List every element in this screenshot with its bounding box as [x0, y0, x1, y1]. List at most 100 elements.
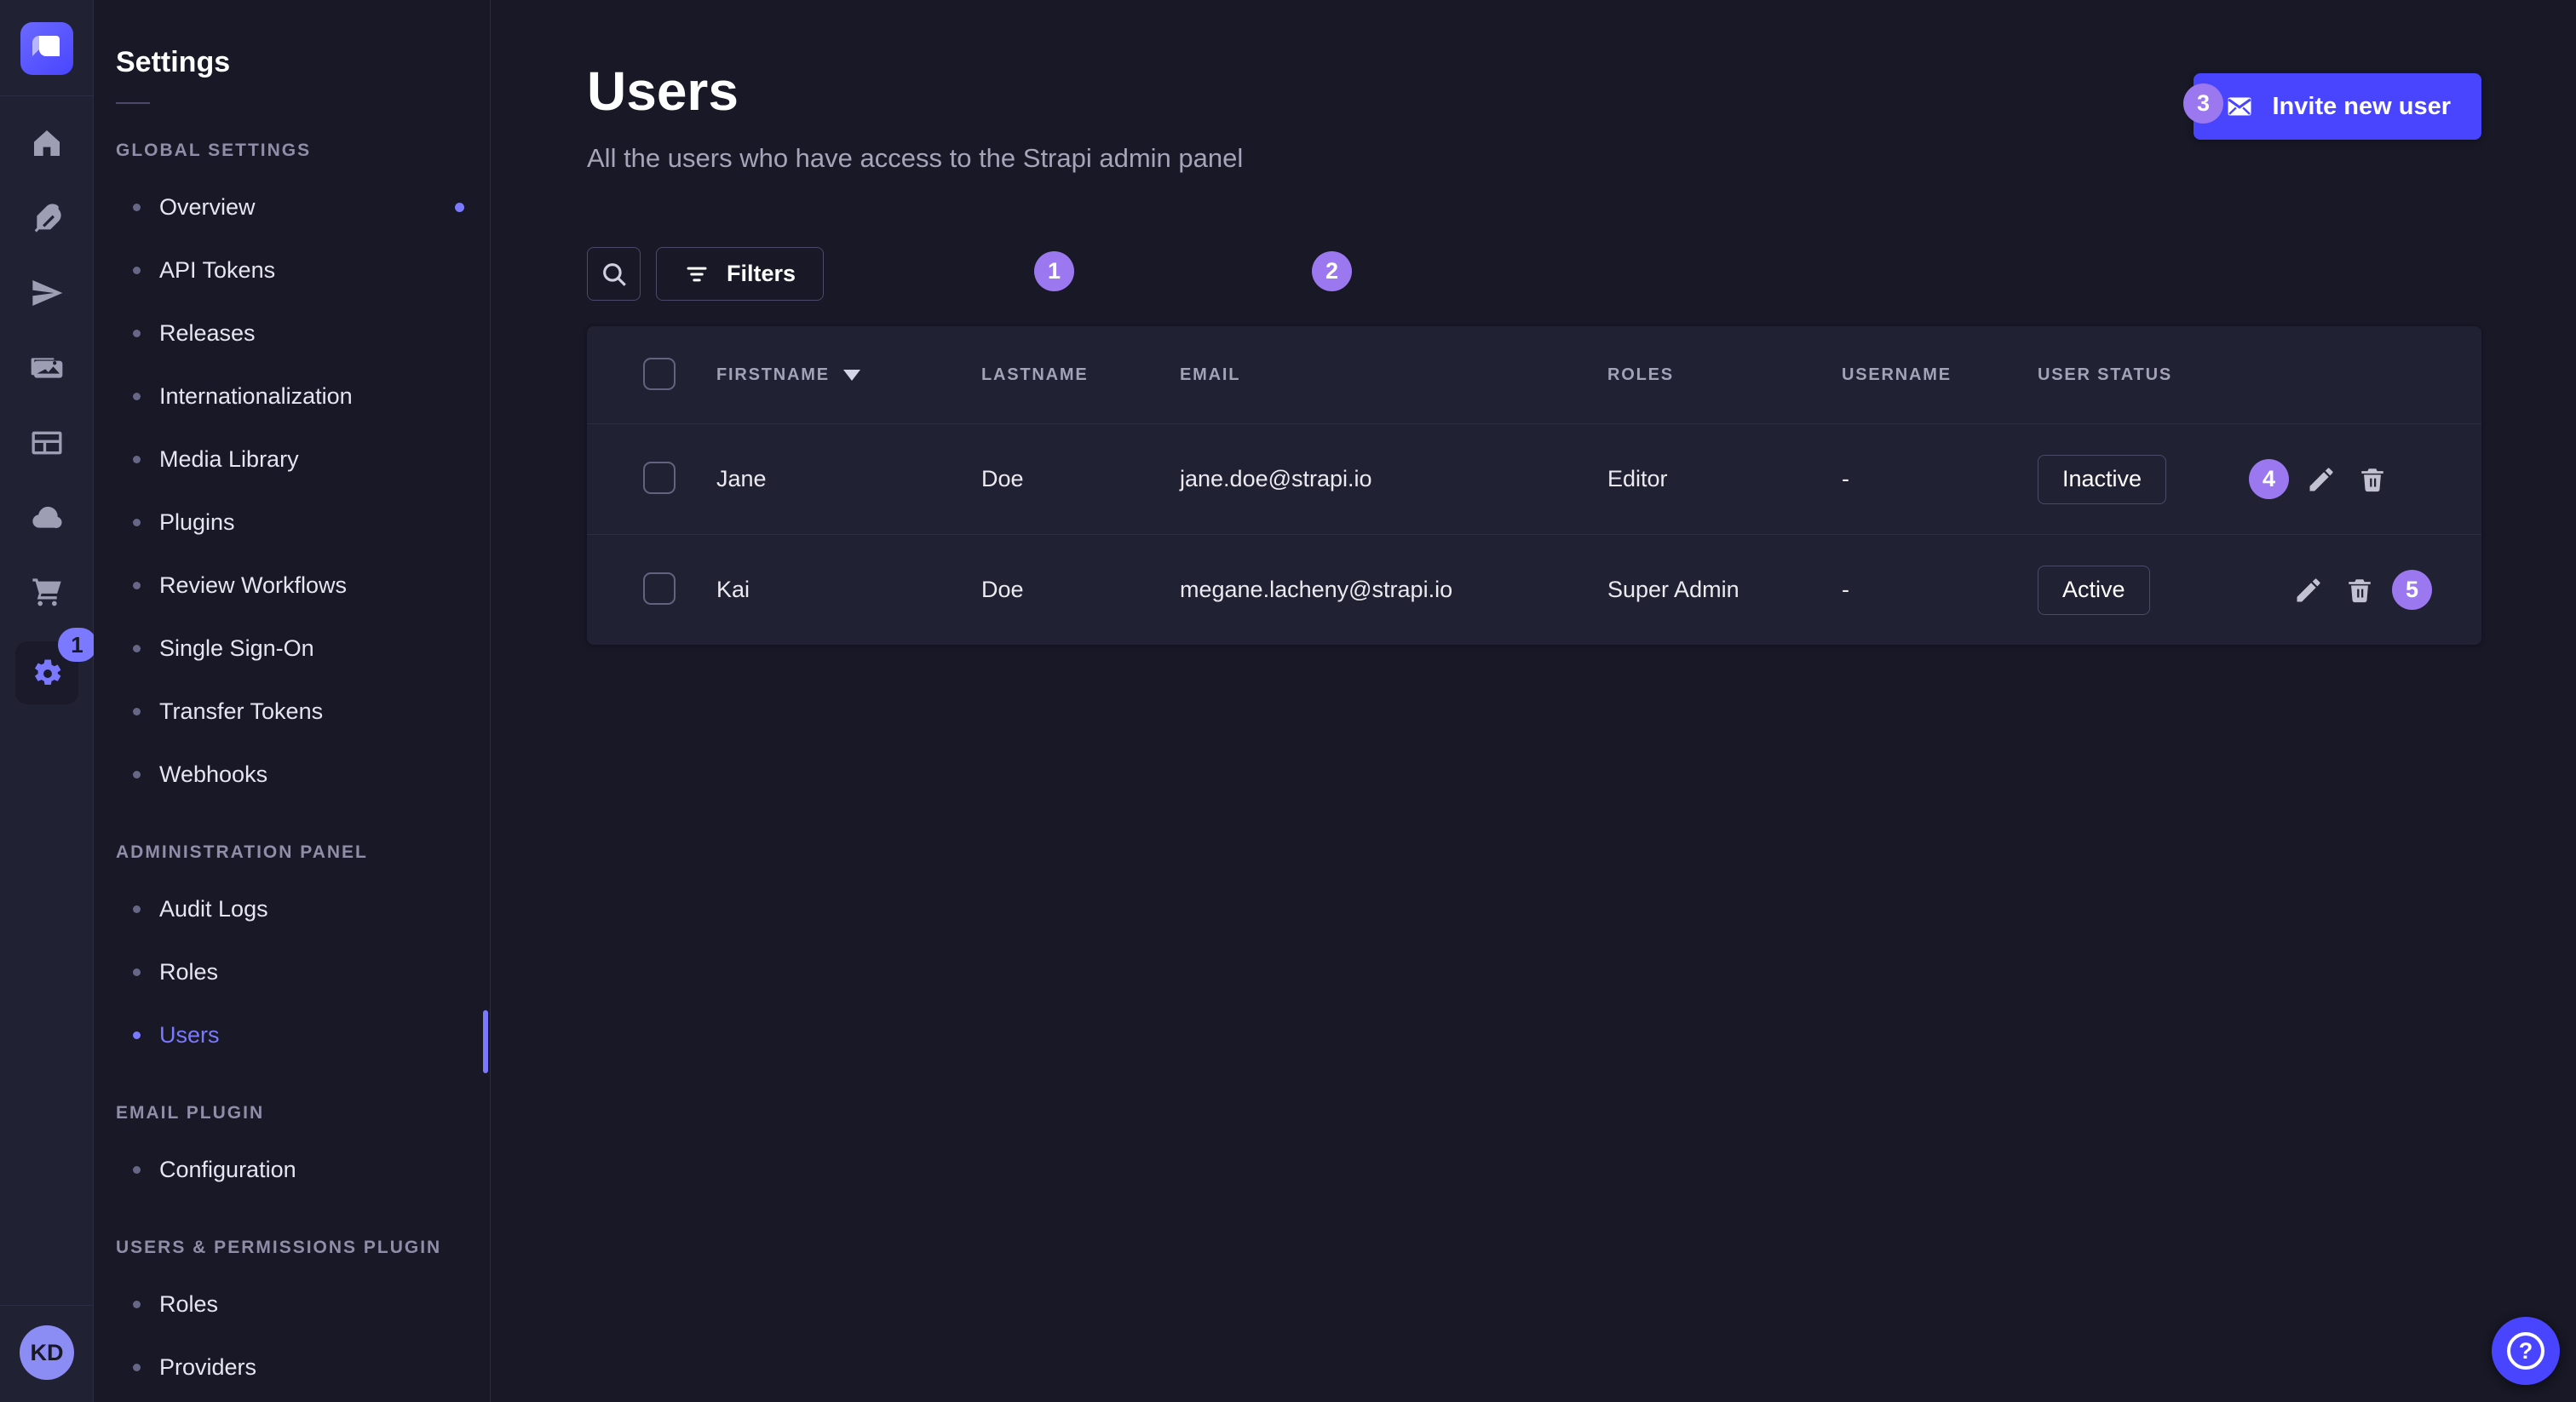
- cell-firstname: Kai: [716, 577, 981, 603]
- envelope-icon: [2224, 91, 2255, 122]
- trash-icon: [2345, 576, 2374, 605]
- sidebar-item-label: Media Library: [159, 446, 299, 473]
- strapi-logo-icon: [20, 22, 73, 75]
- bullet-icon: [133, 771, 141, 779]
- delete-user-button[interactable]: [2354, 461, 2391, 498]
- invite-new-user-button[interactable]: Invite new user: [2194, 73, 2481, 140]
- filters-button-label: Filters: [727, 261, 796, 287]
- users-table: FIRSTNAME LASTNAME EMAIL ROLES USERNAME …: [587, 326, 2481, 645]
- edit-user-button[interactable]: [2290, 572, 2327, 609]
- sidebar-section-label: GLOBAL SETTINGS: [116, 138, 490, 164]
- bullet-icon: [133, 456, 141, 463]
- annotation-mark-3: 3: [2183, 83, 2223, 124]
- cell-lastname: Doe: [981, 466, 1180, 492]
- bullet-icon: [133, 1301, 141, 1308]
- cell-roles: Editor: [1607, 466, 1842, 492]
- annotation-mark-2: 2: [1312, 251, 1352, 291]
- sidebar-item-providers[interactable]: Providers: [94, 1336, 490, 1399]
- page-title: Users: [587, 60, 739, 123]
- bullet-icon: [133, 582, 141, 589]
- bullet-icon: [133, 1031, 141, 1039]
- user-status-badge: Inactive: [2038, 455, 2166, 504]
- sidebar-item-media-library[interactable]: Media Library: [94, 428, 490, 491]
- filter-icon: [684, 261, 710, 287]
- search-button[interactable]: [587, 247, 641, 301]
- sidebar-item-label: Users: [159, 1022, 220, 1049]
- sidebar-item-transfer-tokens[interactable]: Transfer Tokens: [94, 680, 490, 743]
- bullet-icon: [133, 267, 141, 274]
- layout-icon[interactable]: [29, 425, 65, 461]
- bullet-icon: [133, 204, 141, 211]
- settings-active-tile: 1: [15, 641, 78, 704]
- sidebar-scrollbar-thumb[interactable]: [483, 1010, 488, 1073]
- sidebar-item-releases[interactable]: Releases: [94, 302, 490, 365]
- rail-divider: [0, 95, 94, 96]
- row-checkbox[interactable]: [643, 572, 676, 605]
- cart-icon[interactable]: [29, 575, 65, 611]
- sidebar-item-configuration[interactable]: Configuration: [94, 1138, 490, 1201]
- media-library-icon[interactable]: [29, 350, 65, 386]
- sidebar-item-webhooks[interactable]: Webhooks: [94, 743, 490, 806]
- sidebar-item-label: Plugins: [159, 509, 235, 536]
- sort-caret-down-icon: [843, 370, 860, 381]
- sidebar-item-label: Roles: [159, 959, 218, 985]
- strapi-logo[interactable]: [20, 22, 73, 75]
- column-header-username[interactable]: USERNAME: [1842, 365, 2038, 385]
- column-header-roles[interactable]: ROLES: [1607, 365, 1842, 385]
- sidebar-item-label: Internationalization: [159, 383, 353, 410]
- sidebar-item-users[interactable]: Users: [94, 1003, 490, 1066]
- filters-button[interactable]: Filters: [656, 247, 824, 301]
- sidebar-section-label: ADMINISTRATION PANEL: [116, 840, 490, 865]
- home-icon[interactable]: [29, 125, 65, 161]
- sidebar-item-api-tokens[interactable]: API Tokens: [94, 238, 490, 302]
- paper-plane-icon[interactable]: [29, 275, 65, 311]
- column-header-firstname[interactable]: FIRSTNAME: [716, 365, 981, 385]
- column-header-user-status[interactable]: USER STATUS: [2038, 365, 2249, 385]
- annotation-mark-5: 5: [2392, 570, 2432, 610]
- column-header-email[interactable]: EMAIL: [1180, 365, 1607, 385]
- sidebar-item-internationalization[interactable]: Internationalization: [94, 365, 490, 428]
- column-header-lastname[interactable]: LASTNAME: [981, 365, 1180, 385]
- sidebar-item-label: Review Workflows: [159, 572, 347, 599]
- sidebar-item-roles[interactable]: Roles: [94, 1273, 490, 1336]
- page-subtitle: All the users who have access to the Str…: [587, 143, 1243, 174]
- bullet-icon: [133, 708, 141, 715]
- invite-button-label: Invite new user: [2272, 93, 2451, 121]
- help-button[interactable]: ?: [2492, 1317, 2560, 1385]
- sidebar-item-plugins[interactable]: Plugins: [94, 491, 490, 554]
- pencil-icon: [2306, 464, 2337, 495]
- trash-icon: [2358, 465, 2387, 494]
- cell-username: -: [1842, 466, 2038, 492]
- bullet-icon: [133, 968, 141, 976]
- row-checkbox[interactable]: [643, 462, 676, 494]
- sidebar-item-review-workflows[interactable]: Review Workflows: [94, 554, 490, 617]
- delete-user-button[interactable]: [2341, 572, 2378, 609]
- sidebar-section-users-permissions-plugin: USERS & PERMISSIONS PLUGINRolesProviders: [94, 1235, 490, 1399]
- table-header-row: FIRSTNAME LASTNAME EMAIL ROLES USERNAME …: [587, 326, 2481, 423]
- bullet-icon: [133, 1166, 141, 1174]
- sidebar-section-global-settings: GLOBAL SETTINGS OverviewAPI TokensRelease…: [94, 138, 490, 806]
- rail-divider-bottom: [0, 1305, 94, 1306]
- annotation-mark-4: 4: [2249, 459, 2289, 499]
- feather-icon[interactable]: [29, 200, 65, 236]
- sidebar-item-label: Providers: [159, 1354, 256, 1381]
- cell-email: jane.doe@strapi.io: [1180, 466, 1607, 492]
- sidebar-section-administration-panel: ADMINISTRATION PANEL Audit Logs Roles Users: [94, 840, 490, 1066]
- user-avatar[interactable]: KD: [20, 1325, 74, 1380]
- sidebar-item-label: Transfer Tokens: [159, 698, 323, 725]
- cloud-icon[interactable]: [29, 500, 65, 536]
- sidebar-item-overview[interactable]: Overview: [94, 175, 490, 238]
- settings-sidebar: Settings GLOBAL SETTINGS OverviewAPI Toke…: [94, 0, 491, 1402]
- bullet-icon: [133, 645, 141, 652]
- edit-user-button[interactable]: [2303, 461, 2340, 498]
- table-row[interactable]: Kai Doe megane.lacheny@strapi.io Super A…: [587, 534, 2481, 645]
- sidebar-item-roles[interactable]: Roles: [94, 940, 490, 1003]
- select-all-checkbox[interactable]: [643, 358, 676, 390]
- cell-email: megane.lacheny@strapi.io: [1180, 577, 1607, 603]
- sidebar-item-single-sign-on[interactable]: Single Sign-On: [94, 617, 490, 680]
- gear-icon[interactable]: [29, 655, 65, 691]
- sidebar-title: Settings: [116, 44, 490, 80]
- sidebar-item-audit-logs[interactable]: Audit Logs: [94, 877, 490, 940]
- table-row[interactable]: Jane Doe jane.doe@strapi.io Editor - Ina…: [587, 423, 2481, 534]
- question-mark-icon: ?: [2507, 1332, 2544, 1370]
